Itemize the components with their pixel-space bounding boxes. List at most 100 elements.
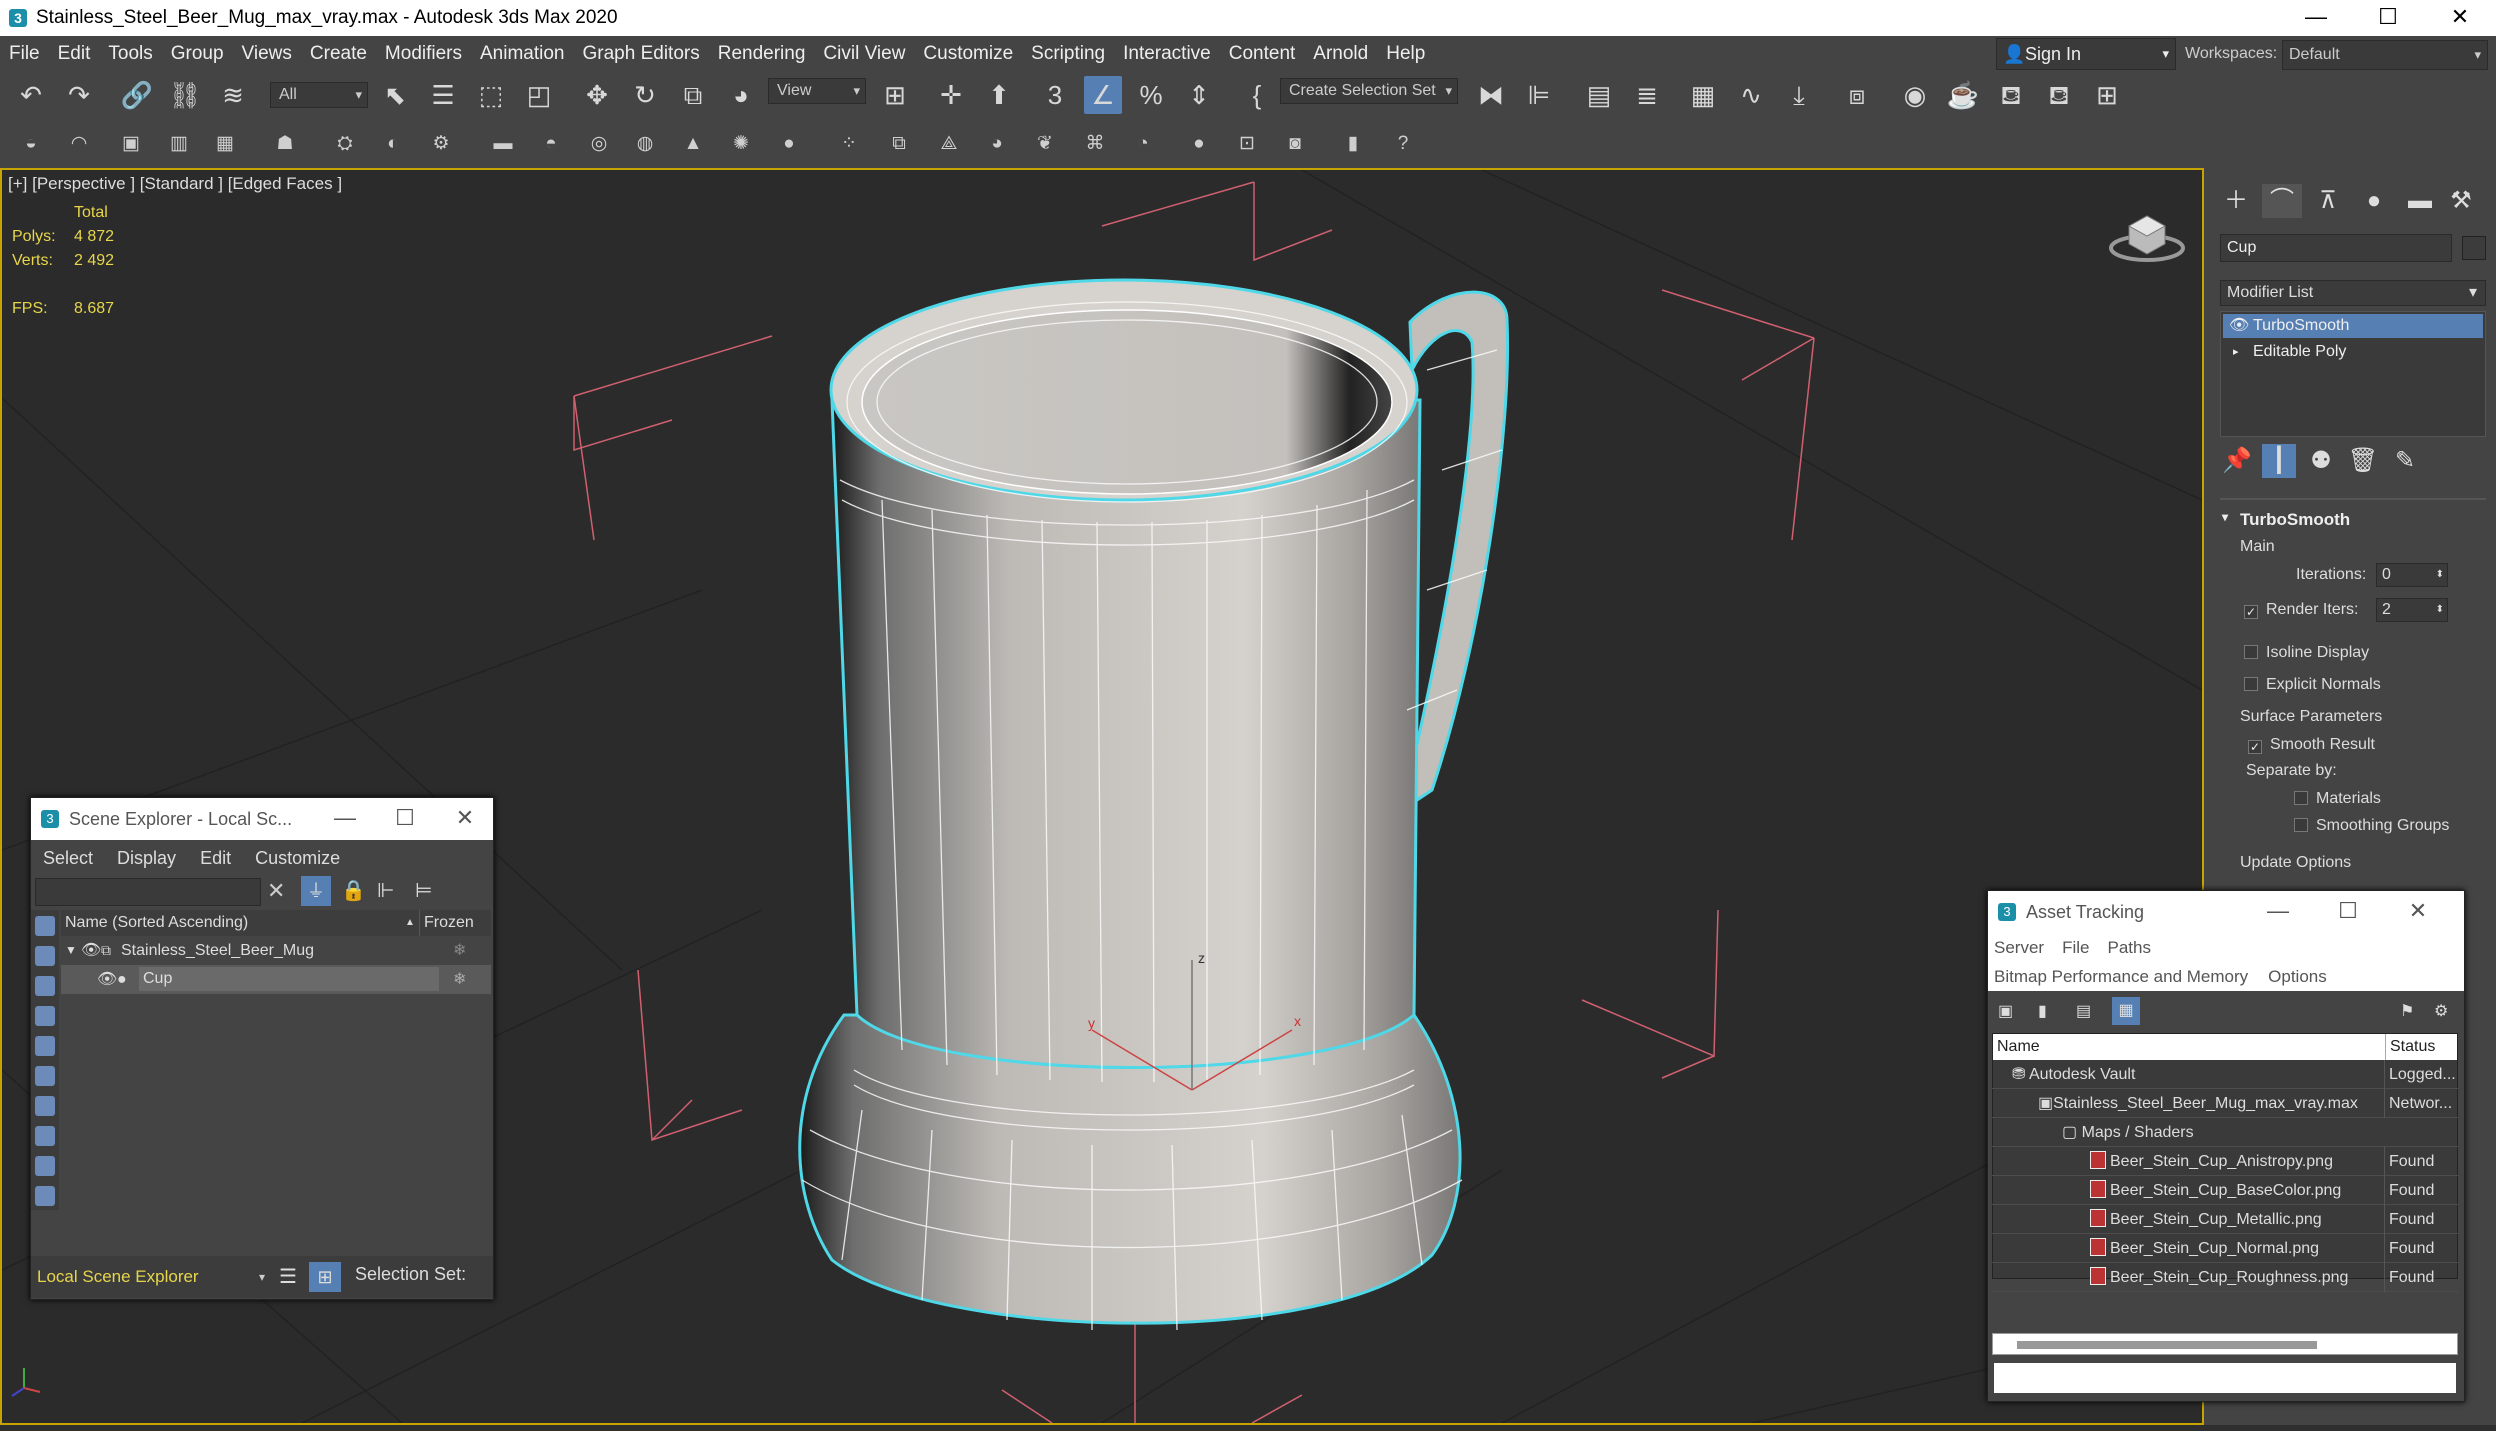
hierarchy-tab-icon[interactable]: ⊼ [2308,184,2348,218]
menu-civil-view[interactable]: Civil View [814,36,914,72]
refresh-icon[interactable]: ▣ [1998,1001,2013,1021]
asset-row-scene-file[interactable]: ▣Stainless_Steel_Beer_Mug_max_vray.max Ne… [1992,1089,2458,1118]
display-xrefs-icon[interactable] [35,1126,55,1146]
stack-item-editable-poly[interactable]: ▸ Editable Poly [2223,340,2483,364]
motion-tab-icon[interactable]: ● [2354,184,2394,218]
menu-animation[interactable]: Animation [471,36,574,72]
select-by-name-icon[interactable]: ☰ [424,76,462,114]
hierarchy-icon[interactable]: ⊩ [377,878,394,903]
remove-modifier-icon[interactable]: 🗑 [2346,444,2380,478]
minimize-button[interactable]: — [2248,891,2308,933]
vray-camera-icon[interactable]: ◙ [1282,130,1308,158]
mirror-icon[interactable]: ⧓ [1472,76,1510,114]
eye-icon[interactable]: 👁 [81,936,101,965]
explicit-normals-row[interactable]: Explicit Normals [2244,676,2494,694]
display-groups-icon[interactable] [35,1096,55,1116]
filter-icon[interactable]: ⏚ [301,876,331,906]
render-iters-checkbox[interactable]: ✓ [2244,605,2258,619]
edit-named-selection-icon[interactable]: { [1238,76,1276,114]
menu-customize[interactable]: Customize [243,848,352,868]
utilities-tab-icon[interactable]: ⚒ [2446,184,2476,218]
spinner-arrows-icon[interactable]: ⬍ [2436,599,2444,621]
viewport-label-menu[interactable]: [+] [Perspective ] [Standard ] [Edged Fa… [8,174,342,194]
keyboard-shortcut-override-icon[interactable]: ⬆ [980,76,1018,114]
vray-ambient-icon[interactable]: ● [776,130,802,158]
asset-row-vault[interactable]: ⛃ Autodesk Vault Logged... [1992,1060,2458,1089]
smoothing-groups-checkbox[interactable] [2294,818,2308,832]
asset-tracking-titlebar[interactable]: 3 Asset Tracking — ☐ ✕ [1988,891,2464,933]
menu-select[interactable]: Select [31,848,105,868]
configure-modifier-sets-icon[interactable]: ✎ [2388,444,2422,478]
help-icon[interactable]: ⚑ [2400,1001,2414,1021]
vray-sun-icon[interactable]: ✺ [728,130,754,158]
vray-ies-icon[interactable]: ◍ [632,130,658,158]
spinner-snap-icon[interactable]: ⇕ [1180,76,1218,114]
menu-display[interactable]: Display [105,848,188,868]
reference-coordinate-dropdown[interactable]: View [768,78,866,104]
vray-frame-buffer-icon[interactable]: ▣ [118,130,144,158]
freeze-icon[interactable]: ❄ [453,936,466,965]
display-tab-icon[interactable]: ▬ [2400,184,2440,218]
ribbon-icon[interactable]: ▦ [1684,76,1722,114]
close-button[interactable]: ✕ [2388,891,2448,933]
asset-row-maps[interactable]: ▢ Maps / Shaders [1992,1118,2458,1147]
scene-explorer-titlebar[interactable]: 3 Scene Explorer - Local Sc... — ☐ ✕ [31,798,493,840]
maximize-button[interactable]: ☐ [375,798,435,840]
vray-volume-icon[interactable]: ◔ [1130,130,1156,158]
layers-icon[interactable]: ☰ [279,1264,297,1289]
menu-tools[interactable]: Tools [99,36,161,72]
lock-icon[interactable]: 🔒 [341,878,366,903]
explorer-type-dropdown[interactable]: Local Scene Explorer ▾ [35,1264,265,1290]
select-manipulate-icon[interactable]: ✛ [932,76,970,114]
workspaces-select[interactable]: Default ▾ [2282,40,2488,70]
menu-server[interactable]: Server [1994,938,2044,957]
vray-plane-icon[interactable]: ▬ [490,130,516,158]
smoothing-groups-row[interactable]: Smoothing Groups [2294,817,2496,835]
close-button[interactable]: ✕ [435,798,495,840]
vray-cone-light-icon[interactable]: ▲ [680,130,706,158]
materials-checkbox[interactable] [2294,791,2308,805]
material-editor-icon[interactable]: ◉ [1896,76,1934,114]
display-containers-icon[interactable] [35,1186,55,1206]
menu-paths[interactable]: Paths [2107,938,2150,957]
scale-icon[interactable]: ⧉ [674,76,712,114]
viewcube[interactable] [2107,204,2187,264]
asset-row-map[interactable]: Beer_Stein_Cup_Normal.png Found [1992,1234,2458,1263]
sign-in-button[interactable]: 👤 Sign In ▾ [1996,38,2176,70]
schematic-view-icon[interactable]: ⧈ [1838,76,1876,114]
menu-graph-editors[interactable]: Graph Editors [574,36,709,72]
close-button[interactable]: ✕ [2424,0,2496,36]
vray-sphere-light-icon[interactable]: ◎ [586,130,612,158]
dope-sheet-icon[interactable]: ⤓ [1780,76,1818,114]
menu-edit[interactable]: Edit [188,848,243,868]
maximize-button[interactable]: ☐ [2352,0,2424,36]
angle-snap-icon[interactable]: ∠ [1084,76,1122,114]
vray-export-icon[interactable]: ⊡ [1234,130,1260,158]
asset-row-map[interactable]: Beer_Stein_Cup_Roughness.png Found [1992,1263,2458,1292]
menu-interactive[interactable]: Interactive [1114,36,1220,72]
asset-row-map[interactable]: Beer_Stein_Cup_Anistropy.png Found [1992,1147,2458,1176]
undo-icon[interactable]: ↶ [12,76,50,114]
layer-explorer-icon[interactable]: ≣ [1628,76,1666,114]
display-lights-icon[interactable] [35,976,55,996]
isoline-display-row[interactable]: Isoline Display [2244,644,2494,662]
scene-explorer-icon[interactable]: ▤ [1580,76,1618,114]
display-bones-icon[interactable] [35,1156,55,1176]
vray-render-icon[interactable]: ▥ [166,130,192,158]
stack-item-turbosmooth[interactable]: 👁 TurboSmooth [2223,314,2483,338]
settings-icon[interactable]: ⚙ [2434,1001,2448,1021]
menu-file[interactable]: File [2062,938,2089,957]
render-production-icon[interactable]: ⛾ [2040,76,2078,114]
menu-views[interactable]: Views [233,36,301,72]
render-setup-icon[interactable]: ☕ [1944,76,1982,114]
vray-mesh-icon[interactable]: ⟁ [936,130,962,158]
render-iters-spinner[interactable]: 2 ⬍ [2376,598,2448,622]
menu-bitmap-performance[interactable]: Bitmap Performance and Memory [1994,967,2248,986]
menu-help[interactable]: Help [1377,36,1434,72]
placement-icon[interactable]: ◕ [722,76,760,114]
vray-light-icon[interactable]: ◠ [66,130,92,158]
render-in-cloud-icon[interactable]: ⊞ [2088,76,2126,114]
tree-view-icon[interactable]: ▤ [2076,1001,2091,1021]
tree-row-group[interactable]: ▼ 👁 ⧉ Stainless_Steel_Beer_Mug ❄ [61,936,491,965]
redo-icon[interactable]: ↷ [60,76,98,114]
